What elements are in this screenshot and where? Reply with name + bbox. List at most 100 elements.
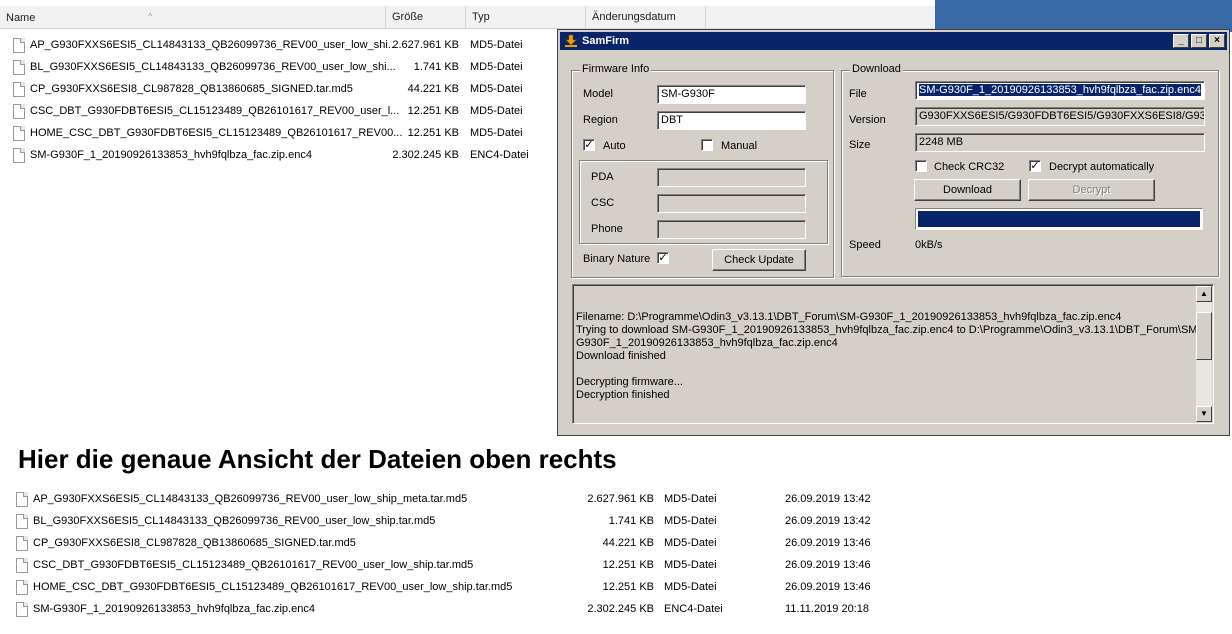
check-update-button[interactable]: Check Update: [712, 249, 806, 271]
file-row[interactable]: BL_G930FXXS6ESI5_CL14843133_QB26099736_R…: [0, 56, 560, 78]
file-size: 2.627.961 KB: [587, 493, 654, 505]
speed-label: Speed: [849, 239, 881, 251]
file-value: SM-G930F_1_20190926133853_hvh9fqlbza_fac…: [919, 84, 1201, 96]
file-row[interactable]: SM-G930F_1_20190926133853_hvh9fqlbza_fac…: [0, 144, 560, 166]
column-date[interactable]: Änderungsdatum: [586, 6, 706, 28]
file-row[interactable]: AP_G930FXXS6ESI5_CL14843133_QB26099736_R…: [0, 34, 560, 56]
log-line: Decrypting firmware...: [576, 376, 683, 388]
auto-label: Auto: [603, 140, 626, 152]
manual-checkbox[interactable]: [701, 139, 713, 151]
size-input[interactable]: 2248 MB: [915, 133, 1205, 152]
file-name: SM-G930F_1_20190926133853_hvh9fqlbza_fac…: [33, 603, 315, 615]
scroll-thumb[interactable]: [1196, 312, 1212, 360]
minimize-button[interactable]: _: [1173, 34, 1189, 48]
log-scrollbar[interactable]: ▲ ▼: [1196, 286, 1212, 422]
file-type: MD5-Datei: [664, 559, 717, 571]
log-line: Filename: D:\Programme\Odin3_v3.13.1\DBT…: [576, 311, 1122, 323]
file-row[interactable]: CP_G930FXXS6ESI8_CL987828_QB13860685_SIG…: [0, 78, 560, 100]
file-date: 26.09.2019 13:46: [785, 537, 871, 549]
sort-ascending-icon: ^: [148, 12, 153, 21]
file-name: SM-G930F_1_20190926133853_hvh9fqlbza_fac…: [30, 149, 312, 161]
file-date: 26.09.2019 13:42: [785, 493, 871, 505]
pda-label: PDA: [591, 171, 614, 183]
download-button[interactable]: Download: [914, 179, 1021, 201]
detail-file-row[interactable]: CSC_DBT_G930FDBT6ESI5_CL15123489_QB26101…: [0, 554, 1232, 576]
download-group: Download: [841, 63, 1219, 277]
speed-value: 0kB/s: [915, 239, 943, 251]
file-type: MD5-Datei: [470, 83, 523, 95]
file-icon: [13, 104, 25, 119]
log-line: G930F_1_20190926133853_hvh9fqlbza_fac.zi…: [576, 337, 838, 349]
file-size: 12.251 KB: [407, 127, 459, 139]
log-line: Trying to download SM-G930F_1_2019092613…: [576, 324, 1202, 336]
file-type: MD5-Datei: [470, 39, 523, 51]
column-size[interactable]: Größe: [386, 6, 466, 28]
file-size: 2.302.245 KB: [392, 149, 459, 161]
file-name: CSC_DBT_G930FDBT6ESI5_CL15123489_QB26101…: [33, 559, 474, 571]
title-bar[interactable]: SamFirm _ □ ×: [560, 32, 1227, 50]
file-name: HOME_CSC_DBT_G930FDBT6ESI5_CL15123489_QB…: [30, 127, 403, 139]
file-type: MD5-Datei: [470, 105, 523, 117]
decrypt-automatically-checkbox[interactable]: ✓: [1029, 160, 1041, 172]
file-icon: [13, 82, 25, 97]
file-name: AP_G930FXXS6ESI5_CL14843133_QB26099736_R…: [30, 39, 397, 51]
detail-file-row[interactable]: HOME_CSC_DBT_G930FDBT6ESI5_CL15123489_QB…: [0, 576, 1232, 598]
column-type-label: Typ: [472, 11, 490, 23]
file-size: 1.741 KB: [608, 515, 654, 527]
detail-file-row[interactable]: BL_G930FXXS6ESI5_CL14843133_QB26099736_R…: [0, 510, 1232, 532]
maximize-button[interactable]: □: [1191, 34, 1207, 48]
file-date: 26.09.2019 13:46: [785, 581, 871, 593]
csc-input[interactable]: [657, 194, 806, 213]
file-size: 2.302.245 KB: [587, 603, 654, 615]
check-crc32-checkbox[interactable]: [915, 160, 927, 172]
file-type: ENC4-Datei: [470, 149, 529, 161]
decrypt-button[interactable]: Decrypt: [1028, 179, 1155, 201]
file-type: MD5-Datei: [470, 61, 523, 73]
column-date-label: Änderungsdatum: [592, 11, 676, 23]
detail-file-row[interactable]: SM-G930F_1_20190926133853_hvh9fqlbza_fac…: [0, 598, 1232, 620]
file-date: 11.11.2019 20:18: [785, 603, 870, 615]
file-size: 44.221 KB: [407, 83, 459, 95]
pda-input[interactable]: [657, 168, 806, 187]
file-type: ENC4-Datei: [664, 603, 723, 615]
binary-nature-checkbox[interactable]: ✓: [657, 252, 669, 264]
firmware-info-label: Firmware Info: [580, 63, 652, 75]
file-row[interactable]: HOME_CSC_DBT_G930FDBT6ESI5_CL15123489_QB…: [0, 122, 560, 144]
file-size: 12.251 KB: [602, 559, 654, 571]
detail-file-row[interactable]: AP_G930FXXS6ESI5_CL14843133_QB26099736_R…: [0, 488, 1232, 510]
file-name: AP_G930FXXS6ESI5_CL14843133_QB26099736_R…: [33, 493, 468, 505]
decrypt-automatically-label: Decrypt automatically: [1049, 161, 1155, 173]
file-date: 26.09.2019 13:46: [785, 559, 871, 571]
log-textbox[interactable]: Filename: D:\Programme\Odin3_v3.13.1\DBT…: [572, 284, 1214, 424]
file-type: MD5-Datei: [664, 537, 717, 549]
binary-nature-label: Binary Nature: [583, 253, 651, 265]
file-icon: [16, 558, 28, 573]
close-button[interactable]: ×: [1209, 34, 1225, 48]
scroll-down-icon[interactable]: ▼: [1196, 406, 1212, 422]
scroll-up-icon[interactable]: ▲: [1196, 286, 1212, 302]
phone-input[interactable]: [657, 220, 806, 239]
phone-label: Phone: [591, 223, 623, 235]
file-size: 12.251 KB: [407, 105, 459, 117]
file-icon: [13, 148, 25, 163]
file-type: MD5-Datei: [664, 581, 717, 593]
file-input[interactable]: SM-G930F_1_20190926133853_hvh9fqlbza_fac…: [915, 81, 1205, 100]
file-name: CSC_DBT_G930FDBT6ESI5_CL15123489_QB26101…: [30, 105, 400, 117]
detail-file-row[interactable]: CP_G930FXXS6ESI8_CL987828_QB13860685_SIG…: [0, 532, 1232, 554]
region-input[interactable]: DBT: [657, 111, 806, 130]
file-icon: [16, 580, 28, 595]
explorer-column-header: Name ^ Größe Typ Änderungsdatum: [0, 6, 935, 29]
file-icon: [13, 126, 25, 141]
log-line: Decryption finished: [576, 389, 670, 401]
model-label: Model: [583, 88, 613, 100]
file-row[interactable]: CSC_DBT_G930FDBT6ESI5_CL15123489_QB26101…: [0, 100, 560, 122]
samfirm-window: SamFirm _ □ × Firmware Info Model SM-G93…: [557, 29, 1230, 436]
column-name[interactable]: Name ^: [0, 6, 386, 28]
version-input[interactable]: G930FXXS6ESI5/G930FDBT6ESI5/G930FXXS6ESI…: [915, 107, 1205, 126]
auto-checkbox[interactable]: ✓: [583, 139, 595, 151]
version-label: Version: [849, 114, 886, 126]
model-input[interactable]: SM-G930F: [657, 85, 806, 104]
log-text: Filename: D:\Programme\Odin3_v3.13.1\DBT…: [576, 311, 1202, 402]
column-type[interactable]: Typ: [466, 6, 586, 28]
